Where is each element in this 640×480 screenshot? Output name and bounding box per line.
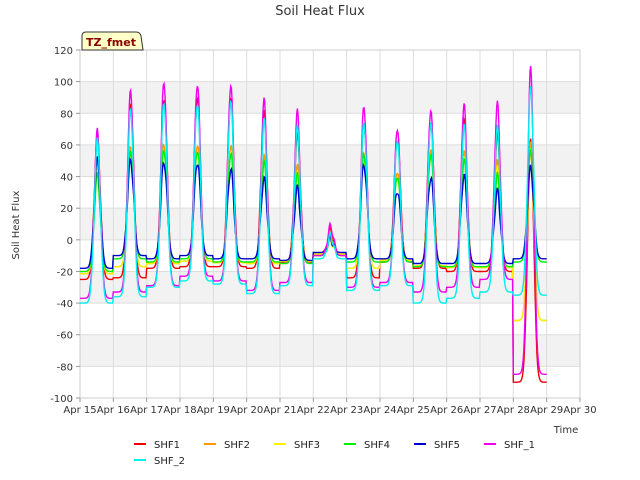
y-tick-label: -60 (57, 331, 73, 342)
x-axis-label: Time (553, 425, 578, 436)
x-tick-label: Apr 26 (430, 405, 463, 416)
background-band (80, 113, 580, 145)
x-tick-label: Apr 18 (163, 405, 196, 416)
x-tick-label: Apr 30 (563, 405, 596, 416)
y-tick-label: -80 (57, 362, 73, 373)
soil-heat-flux-chart: -100-80-60-40-20020406080100120Apr 15 Apr… (11, 4, 597, 467)
y-tick-label: -20 (57, 267, 73, 278)
legend-label: SHF5 (434, 440, 460, 451)
x-tick-label: Apr 20 (230, 405, 263, 416)
x-tick-label: Apr 15 (63, 405, 96, 416)
x-tick-label: Apr 24 (363, 405, 396, 416)
chart-title: Soil Heat Flux (275, 4, 365, 19)
legend-label: SHF3 (294, 440, 320, 451)
y-tick-label: 20 (60, 204, 73, 215)
station-badge-label: TZ_fmet (86, 36, 136, 49)
y-tick-label: 40 (60, 173, 73, 184)
x-tick-label: Apr 21 (263, 405, 296, 416)
x-tick-label: Apr 28 (497, 405, 530, 416)
x-tick-label: Apr 22 (297, 405, 330, 416)
background-band (80, 144, 580, 177)
x-tick-label: Apr 27 (463, 405, 496, 416)
legend: SHF1 SHF2 SHF3 SHF4 SHF5 SHF_1 SHF_2 (134, 440, 535, 467)
legend-label: SHF2 (224, 440, 250, 451)
y-tick-label: 0 (67, 236, 73, 247)
y-tick-label: 100 (54, 78, 73, 89)
x-tick-label: Apr 17 (130, 405, 163, 416)
legend-label: SHF_1 (504, 440, 535, 451)
x-tick-label: Apr 16 (97, 405, 130, 416)
y-tick-label: 60 (60, 141, 73, 152)
x-tick-label: Apr 25 (397, 405, 430, 416)
legend-label: SHF4 (364, 440, 390, 451)
y-axis-label: Soil Heat Flux (11, 190, 22, 259)
background-band (80, 176, 580, 209)
y-tick-label: 80 (60, 109, 73, 120)
legend-label: SHF1 (154, 440, 180, 451)
background-band (80, 334, 580, 367)
background-band (80, 366, 580, 398)
station-badge: TZ_fmet (81, 31, 144, 51)
background-band (80, 81, 580, 114)
y-tick-label: -40 (57, 299, 73, 310)
x-tick-label: Apr 23 (330, 405, 363, 416)
background-band (80, 303, 580, 335)
legend-label: SHF_2 (154, 456, 185, 467)
y-tick-label: -100 (50, 394, 73, 405)
background-band (80, 50, 580, 82)
x-tick-label: Apr 29 (530, 405, 563, 416)
y-tick-label: 120 (54, 46, 73, 57)
x-tick-label: Apr 19 (197, 405, 230, 416)
